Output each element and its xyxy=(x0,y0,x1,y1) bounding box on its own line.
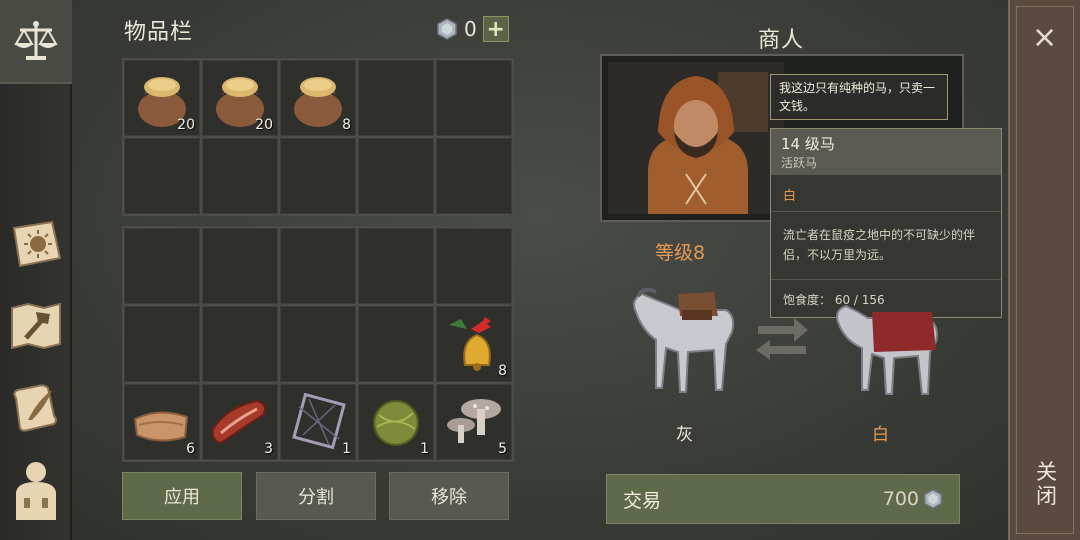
tooltip-description: 流亡者在鼠疫之地中的不可缺少的伴侣，不以万里为远。 xyxy=(783,228,976,262)
inventory-slot[interactable] xyxy=(280,138,356,214)
inventory-slot[interactable] xyxy=(436,228,512,304)
merchant-portrait xyxy=(608,62,784,214)
inventory-slot[interactable] xyxy=(436,138,512,214)
split-button[interactable]: 分割 xyxy=(256,472,376,520)
slot-count: 1 xyxy=(420,441,429,457)
slot-count: 6 xyxy=(186,441,195,457)
inventory-slot[interactable] xyxy=(202,228,278,304)
inventory-slot[interactable]: 1 xyxy=(280,384,356,460)
inventory-slot[interactable] xyxy=(124,228,200,304)
slot-count: 8 xyxy=(498,363,507,379)
inventory-slot[interactable] xyxy=(358,60,434,136)
inventory-slot[interactable] xyxy=(358,138,434,214)
grey-horse[interactable] xyxy=(622,270,742,400)
inventory-slot[interactable]: 1 xyxy=(358,384,434,460)
inventory-grid-bottom: 8 6 3 1 1 5 xyxy=(122,226,514,462)
slot-count: 20 xyxy=(255,117,273,133)
inventory-slot[interactable] xyxy=(280,228,356,304)
map-hammer-icon[interactable] xyxy=(8,298,64,354)
white-horse[interactable] xyxy=(828,290,948,400)
add-currency-button[interactable]: + xyxy=(482,16,509,42)
inventory-slot[interactable]: 20 xyxy=(202,60,278,136)
currency-value: 0 xyxy=(464,17,477,41)
tooltip-item-name: 14 级马 xyxy=(781,135,835,153)
slot-count: 8 xyxy=(342,117,351,133)
slot-count: 1 xyxy=(342,441,351,457)
inventory-slot[interactable]: 20 xyxy=(124,60,200,136)
apply-button[interactable]: 应用 xyxy=(122,472,242,520)
tooltip-rarity: 白 xyxy=(783,189,797,204)
currency-display: 0 + xyxy=(436,16,509,42)
slot-count: 5 xyxy=(498,441,507,457)
slot-count: 20 xyxy=(177,117,195,133)
trade-label: 交易 xyxy=(623,489,662,512)
inventory-title: 物品栏 xyxy=(124,20,194,45)
tooltip-divider xyxy=(771,279,1001,280)
silver-coin-icon xyxy=(924,489,942,509)
inventory-grid-top: 20 20 8 xyxy=(122,58,514,216)
merchant-speech-bubble: 我这边只有纯种的马，只卖一文钱。 xyxy=(770,74,948,120)
horse-level: 等级8 xyxy=(655,242,706,264)
trade-price-display: 700 xyxy=(883,488,943,510)
swap-arrows-icon[interactable] xyxy=(754,314,810,360)
right-horse-label: 白 xyxy=(872,425,889,445)
close-label[interactable]: 关闭 xyxy=(1036,460,1058,508)
inventory-slot[interactable] xyxy=(202,306,278,382)
inventory-slot[interactable]: 5 xyxy=(436,384,512,460)
merchant-title: 商人 xyxy=(758,28,805,53)
left-horse-label: 灰 xyxy=(676,425,693,445)
inventory-slot[interactable] xyxy=(280,306,356,382)
inventory-slot[interactable] xyxy=(358,306,434,382)
tooltip-item-subtitle: 活跃马 xyxy=(781,156,818,170)
scroll-quill-icon[interactable] xyxy=(8,380,64,436)
tooltip-divider xyxy=(771,211,1001,212)
inventory-slot[interactable] xyxy=(202,138,278,214)
remove-button[interactable]: 移除 xyxy=(389,472,509,520)
slot-count: 3 xyxy=(264,441,273,457)
inventory-slot[interactable] xyxy=(124,138,200,214)
inventory-slot[interactable]: 6 xyxy=(124,384,200,460)
journal-sun-icon[interactable] xyxy=(8,216,64,272)
inventory-slot[interactable] xyxy=(436,60,512,136)
inventory-slot[interactable] xyxy=(124,306,200,382)
left-sidebar xyxy=(0,0,72,540)
close-panel[interactable]: × 关闭 xyxy=(1008,0,1080,540)
inventory-slot[interactable] xyxy=(358,228,434,304)
close-icon[interactable]: × xyxy=(1032,20,1057,55)
inventory-slot[interactable]: 8 xyxy=(280,60,356,136)
close-panel-border xyxy=(1016,6,1074,534)
trade-price: 700 xyxy=(882,488,919,510)
tooltip-header: 14 级马 活跃马 xyxy=(771,129,1001,175)
character-icon[interactable] xyxy=(8,462,64,520)
inventory-slot[interactable]: 8 xyxy=(436,306,512,382)
trade-button[interactable]: 交易 700 xyxy=(606,474,960,524)
inventory-slot[interactable]: 3 xyxy=(202,384,278,460)
scales-icon[interactable] xyxy=(8,12,64,68)
silver-coin-icon xyxy=(437,18,457,40)
